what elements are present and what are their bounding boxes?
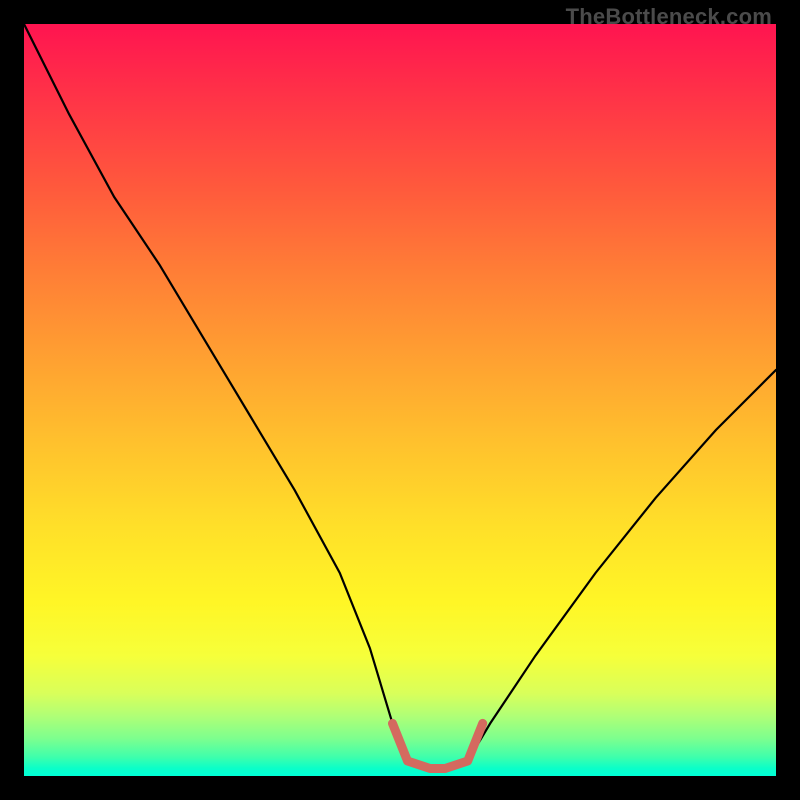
chart-frame: TheBottleneck.com xyxy=(0,0,800,800)
bottleneck-curve-path xyxy=(24,24,776,769)
target-band-path xyxy=(393,723,483,768)
plot-area xyxy=(24,24,776,776)
curve-svg xyxy=(24,24,776,776)
